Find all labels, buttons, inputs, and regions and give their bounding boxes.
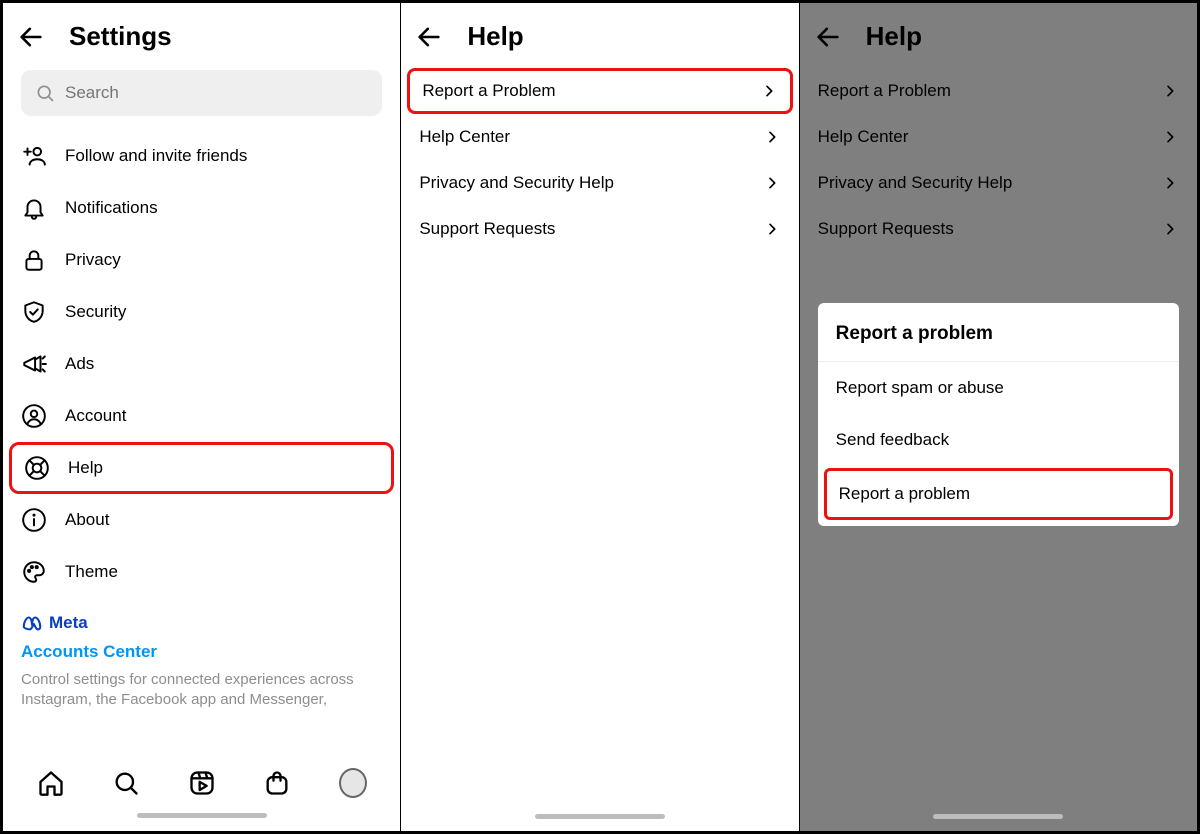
panel-settings: Settings Follow and invite friends xyxy=(3,3,401,831)
bell-icon xyxy=(21,195,47,221)
page-title: Help xyxy=(467,21,523,52)
megaphone-icon xyxy=(21,351,47,377)
help-item-privacy-security[interactable]: Privacy and Security Help xyxy=(800,160,1197,206)
help-item-privacy-security[interactable]: Privacy and Security Help xyxy=(401,160,798,206)
row-label: Theme xyxy=(65,562,382,582)
home-indicator xyxy=(137,813,267,818)
info-icon xyxy=(21,507,47,533)
page-title: Help xyxy=(866,21,922,52)
chevron-right-icon xyxy=(1161,221,1179,237)
row-label: Help xyxy=(68,458,379,478)
help-list: Report a Problem Help Center Privacy and… xyxy=(800,68,1197,252)
chevron-right-icon xyxy=(1161,175,1179,191)
meta-description: Control settings for connected experienc… xyxy=(21,670,382,711)
home-indicator xyxy=(933,814,1063,819)
panel-help-with-popup: Help Report a Problem Help Center Priv xyxy=(800,3,1197,831)
palette-icon xyxy=(21,559,47,585)
row-label: Help Center xyxy=(419,127,744,147)
bottom-nav xyxy=(3,761,400,831)
header: Settings xyxy=(3,3,400,62)
row-label: Ads xyxy=(65,354,382,374)
settings-item-privacy[interactable]: Privacy xyxy=(3,234,400,286)
page-title: Settings xyxy=(69,21,172,52)
settings-item-security[interactable]: Security xyxy=(3,286,400,338)
popup-title: Report a problem xyxy=(818,303,1179,362)
shield-check-icon xyxy=(21,299,47,325)
settings-item-ads[interactable]: Ads xyxy=(3,338,400,390)
accounts-center-link[interactable]: Accounts Center xyxy=(21,642,382,662)
row-label: About xyxy=(65,510,382,530)
back-arrow-icon[interactable] xyxy=(415,23,443,51)
row-label: Help Center xyxy=(818,127,1143,147)
row-label: Privacy and Security Help xyxy=(818,173,1143,193)
popup-option-send-feedback[interactable]: Send feedback xyxy=(818,414,1179,466)
meta-logo-icon xyxy=(21,612,43,634)
nav-profile-avatar[interactable] xyxy=(339,769,367,797)
settings-item-theme[interactable]: Theme xyxy=(3,546,400,598)
nav-shop-icon[interactable] xyxy=(263,769,291,797)
settings-list: Follow and invite friends Notifications … xyxy=(3,130,400,598)
row-label: Privacy xyxy=(65,250,382,270)
nav-search-icon[interactable] xyxy=(112,769,140,797)
settings-item-notifications[interactable]: Notifications xyxy=(3,182,400,234)
person-plus-icon xyxy=(21,143,47,169)
help-item-support-requests[interactable]: Support Requests xyxy=(401,206,798,252)
popup-option-spam-abuse[interactable]: Report spam or abuse xyxy=(818,362,1179,414)
help-item-help-center[interactable]: Help Center xyxy=(401,114,798,160)
lifebuoy-icon xyxy=(24,455,50,481)
help-item-report-problem[interactable]: Report a Problem xyxy=(407,68,792,114)
meta-section: Meta Accounts Center Control settings fo… xyxy=(3,598,400,711)
row-label: Privacy and Security Help xyxy=(419,173,744,193)
home-indicator xyxy=(535,814,665,819)
row-label: Notifications xyxy=(65,198,382,218)
settings-item-help[interactable]: Help xyxy=(9,442,394,494)
meta-brand: Meta xyxy=(21,612,382,634)
row-label: Support Requests xyxy=(419,219,744,239)
chevron-right-icon xyxy=(1161,83,1179,99)
row-label: Report a Problem xyxy=(422,81,741,101)
chevron-right-icon xyxy=(760,83,778,99)
chevron-right-icon xyxy=(1161,129,1179,145)
help-list: Report a Problem Help Center Privacy and… xyxy=(401,68,798,252)
row-label: Report a Problem xyxy=(818,81,1143,101)
help-item-report-problem[interactable]: Report a Problem xyxy=(800,68,1197,114)
meta-brand-text: Meta xyxy=(49,613,88,633)
search-icon xyxy=(35,83,55,103)
row-label: Support Requests xyxy=(818,219,1143,239)
chevron-right-icon xyxy=(763,175,781,191)
chevron-right-icon xyxy=(763,221,781,237)
help-item-help-center[interactable]: Help Center xyxy=(800,114,1197,160)
panel-help: Help Report a Problem Help Center Priv xyxy=(401,3,799,831)
row-label: Security xyxy=(65,302,382,322)
report-problem-popup: Report a problem Report spam or abuse Se… xyxy=(818,303,1179,526)
row-label: Account xyxy=(65,406,382,426)
help-item-support-requests[interactable]: Support Requests xyxy=(800,206,1197,252)
settings-item-about[interactable]: About xyxy=(3,494,400,546)
search-field[interactable] xyxy=(21,70,382,116)
user-circle-icon xyxy=(21,403,47,429)
nav-reels-icon[interactable] xyxy=(188,769,216,797)
nav-home-icon[interactable] xyxy=(37,769,65,797)
lock-icon xyxy=(21,247,47,273)
settings-item-follow-invite[interactable]: Follow and invite friends xyxy=(3,130,400,182)
search-input[interactable] xyxy=(65,83,368,103)
back-arrow-icon[interactable] xyxy=(17,23,45,51)
header: Help xyxy=(401,3,798,62)
back-arrow-icon[interactable] xyxy=(814,23,842,51)
chevron-right-icon xyxy=(763,129,781,145)
popup-option-report-problem[interactable]: Report a problem xyxy=(824,468,1173,520)
header: Help xyxy=(800,3,1197,62)
settings-item-account[interactable]: Account xyxy=(3,390,400,442)
row-label: Follow and invite friends xyxy=(65,146,382,166)
